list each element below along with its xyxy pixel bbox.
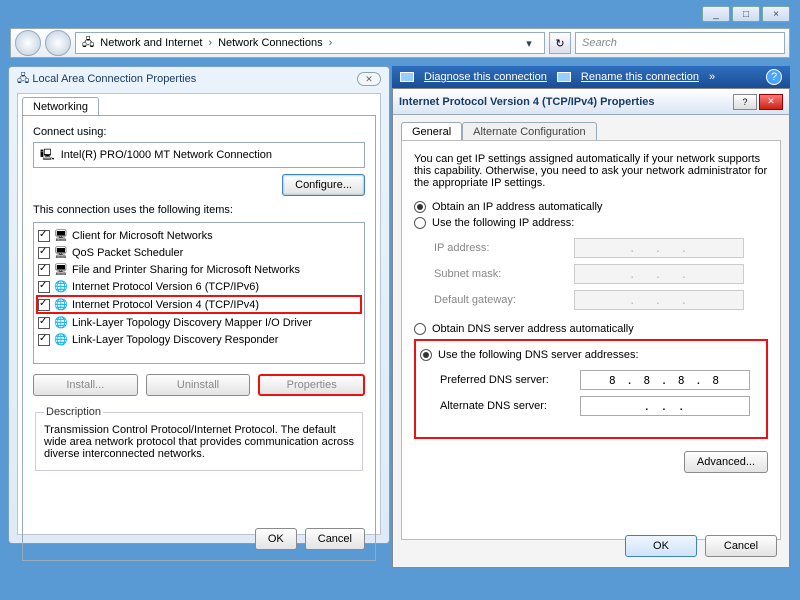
advanced-button[interactable]: Advanced...	[684, 451, 768, 473]
protocol-icon: 🌐	[54, 280, 68, 294]
network-icon: 🖧	[82, 34, 94, 53]
tab-networking[interactable]: Networking	[22, 97, 99, 116]
window-close[interactable]: ×	[762, 6, 790, 22]
gateway-field: . . .	[574, 290, 744, 310]
radio-icon	[414, 217, 426, 229]
qos-icon: 🖥	[54, 246, 68, 260]
diagnose-icon	[400, 72, 414, 82]
mask-label: Subnet mask:	[434, 268, 574, 280]
client-icon: 🖥	[54, 229, 68, 243]
adapter-field[interactable]: 🖳 Intel(R) PRO/1000 MT Network Connectio…	[33, 142, 365, 168]
radio-auto-ip[interactable]: Obtain an IP address automatically	[414, 201, 768, 213]
tab-general[interactable]: General	[401, 122, 462, 141]
explorer-navbar: 🖧 Network and Internet Network Connectio…	[10, 28, 790, 58]
alternate-dns-label: Alternate DNS server:	[440, 400, 580, 412]
chevron-icon	[208, 37, 212, 49]
dialog-title: Internet Protocol Version 4 (TCP/IPv4) P…	[399, 96, 655, 108]
checkbox[interactable]	[38, 247, 50, 259]
checkbox[interactable]	[38, 334, 50, 346]
radio-manual-dns[interactable]: Use the following DNS server addresses:	[420, 349, 762, 361]
checkbox[interactable]	[38, 230, 50, 242]
adapter-name: Intel(R) PRO/1000 MT Network Connection	[61, 149, 272, 161]
install-button[interactable]: Install...	[33, 374, 138, 396]
preferred-dns-label: Preferred DNS server:	[440, 374, 580, 386]
diagnose-link[interactable]: Diagnose this connection	[424, 71, 547, 83]
mask-field: . . .	[574, 264, 744, 284]
refresh-button[interactable]: ↻	[549, 32, 571, 54]
radio-icon	[414, 201, 426, 213]
list-item[interactable]: 🖥File and Printer Sharing for Microsoft …	[36, 261, 362, 278]
tab-alternate[interactable]: Alternate Configuration	[462, 122, 597, 141]
description-legend: Description	[44, 406, 103, 418]
configure-button[interactable]: Configure...	[282, 174, 365, 196]
more-chevron[interactable]: »	[709, 71, 715, 83]
share-icon: 🖥	[54, 263, 68, 277]
properties-button[interactable]: Properties	[258, 374, 365, 396]
dns-highlight-block: Use the following DNS server addresses: …	[414, 339, 768, 439]
radio-icon	[414, 323, 426, 335]
forward-button[interactable]	[45, 30, 71, 56]
breadcrumb[interactable]: Network and Internet	[100, 37, 202, 49]
rename-icon	[557, 72, 571, 82]
chevron-icon	[329, 37, 333, 49]
radio-manual-ip[interactable]: Use the following IP address:	[414, 217, 768, 229]
description-text: Transmission Control Protocol/Internet P…	[44, 424, 354, 460]
radio-icon	[420, 349, 432, 361]
cancel-button[interactable]: Cancel	[305, 528, 365, 550]
protocol-list[interactable]: 🖥Client for Microsoft Networks 🖥QoS Pack…	[33, 222, 365, 364]
cancel-button[interactable]: Cancel	[705, 535, 777, 557]
lltd-icon: 🌐	[54, 333, 68, 347]
gateway-label: Default gateway:	[434, 294, 574, 306]
rename-link[interactable]: Rename this connection	[581, 71, 699, 83]
window-minimize[interactable]: _	[702, 6, 730, 22]
lan-properties-dialog: 🖧 Local Area Connection Properties ✕ Net…	[8, 66, 390, 544]
description-group: Description Transmission Control Protoco…	[35, 406, 363, 471]
list-item[interactable]: 🖥Client for Microsoft Networks	[36, 227, 362, 244]
ok-button[interactable]: OK	[625, 535, 697, 557]
checkbox[interactable]	[38, 299, 50, 311]
checkbox[interactable]	[38, 264, 50, 276]
uninstall-button[interactable]: Uninstall	[146, 374, 251, 396]
close-icon[interactable]: ✕	[357, 72, 381, 86]
intro-text: You can get IP settings assigned automat…	[414, 153, 768, 189]
list-item[interactable]: 🌐Link-Layer Topology Discovery Responder	[36, 331, 362, 348]
protocol-icon: 🌐	[54, 298, 68, 312]
lltd-icon: 🌐	[54, 316, 68, 330]
window-maximize[interactable]: □	[732, 6, 760, 22]
search-placeholder: Search	[582, 37, 617, 49]
list-item[interactable]: 🌐Link-Layer Topology Discovery Mapper I/…	[36, 314, 362, 331]
ipv4-properties-dialog: Internet Protocol Version 4 (TCP/IPv4) P…	[392, 88, 790, 568]
help-icon[interactable]: ?	[766, 69, 782, 85]
checkbox[interactable]	[38, 281, 50, 293]
connect-using-label: Connect using:	[33, 126, 365, 138]
help-button[interactable]: ?	[733, 94, 757, 110]
adapter-icon: 🖳	[40, 146, 55, 165]
command-bar: Diagnose this connection Rename this con…	[392, 66, 790, 88]
ip-field: . . .	[574, 238, 744, 258]
breadcrumb[interactable]: Network Connections	[218, 37, 323, 49]
list-item-ipv4[interactable]: 🌐Internet Protocol Version 4 (TCP/IPv4)	[36, 295, 362, 314]
search-input[interactable]: Search	[575, 32, 785, 54]
close-icon[interactable]: ✕	[759, 94, 783, 110]
checkbox[interactable]	[38, 317, 50, 329]
items-label: This connection uses the following items…	[33, 204, 365, 216]
radio-auto-dns[interactable]: Obtain DNS server address automatically	[414, 323, 768, 335]
list-item[interactable]: 🖥QoS Packet Scheduler	[36, 244, 362, 261]
address-bar[interactable]: 🖧 Network and Internet Network Connectio…	[75, 32, 545, 54]
back-button[interactable]	[15, 30, 41, 56]
list-item[interactable]: 🌐Internet Protocol Version 6 (TCP/IPv6)	[36, 278, 362, 295]
dialog-title: 🖧 Local Area Connection Properties	[17, 70, 196, 89]
ok-button[interactable]: OK	[255, 528, 297, 550]
address-dropdown-icon[interactable]: ▾	[520, 37, 538, 50]
network-icon: 🖧	[17, 73, 29, 85]
alternate-dns-field[interactable]: . . .	[580, 396, 750, 416]
ip-label: IP address:	[434, 242, 574, 254]
preferred-dns-field[interactable]: 8 . 8 . 8 . 8	[580, 370, 750, 390]
